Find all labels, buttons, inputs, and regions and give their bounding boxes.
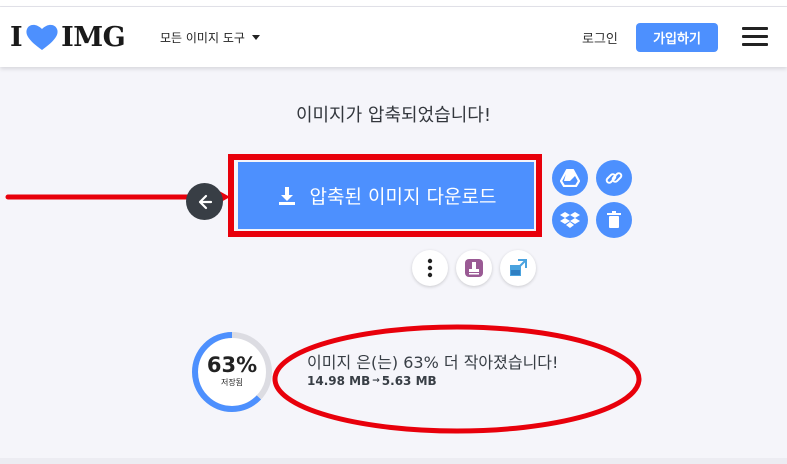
resize-button[interactable] bbox=[500, 250, 536, 286]
savings-label: 저장됨 bbox=[220, 378, 244, 387]
more-options-button[interactable] bbox=[412, 250, 448, 286]
resize-icon bbox=[510, 259, 527, 276]
back-arrow-icon bbox=[198, 194, 212, 209]
all-tools-label: 모든 이미지 도구 bbox=[160, 31, 245, 45]
download-compressed-button[interactable]: 압축된 이미지 다운로드 bbox=[238, 162, 534, 229]
signup-button[interactable]: 가입하기 bbox=[636, 23, 718, 52]
watermark-button[interactable] bbox=[456, 250, 492, 286]
trash-icon bbox=[607, 211, 621, 228]
google-drive-icon bbox=[560, 169, 580, 187]
page-title: 이미지가 압축되었습니다! bbox=[295, 105, 492, 126]
more-options-icon bbox=[427, 258, 433, 278]
logo[interactable]: I IMG bbox=[10, 21, 126, 53]
heart-logo-icon bbox=[26, 24, 58, 50]
hamburger-menu-icon[interactable] bbox=[742, 27, 768, 47]
bottom-strip bbox=[0, 458, 787, 464]
download-label: 압축된 이미지 다운로드 bbox=[309, 186, 497, 208]
all-tools-menu[interactable]: 모든 이미지 도구 bbox=[160, 29, 260, 46]
top-header: I IMG 모든 이미지 도구 로그인 가입하기 bbox=[0, 7, 787, 67]
dropbox-icon bbox=[560, 212, 580, 228]
login-link[interactable]: 로그인 bbox=[582, 28, 618, 47]
chevron-down-icon bbox=[251, 35, 260, 40]
logo-text: IMG bbox=[61, 21, 126, 53]
top-strip bbox=[0, 0, 787, 7]
delete-button[interactable] bbox=[596, 202, 632, 238]
logo-letter-i: I bbox=[10, 21, 23, 53]
annotation-ellipse bbox=[272, 324, 642, 434]
share-link-button[interactable] bbox=[596, 160, 632, 196]
dropbox-button[interactable] bbox=[552, 202, 588, 238]
link-icon bbox=[605, 172, 623, 184]
google-drive-button[interactable] bbox=[552, 160, 588, 196]
savings-percent: 63% bbox=[206, 353, 258, 377]
download-icon bbox=[278, 186, 295, 205]
back-button[interactable] bbox=[186, 183, 223, 220]
stamp-icon bbox=[465, 259, 483, 277]
